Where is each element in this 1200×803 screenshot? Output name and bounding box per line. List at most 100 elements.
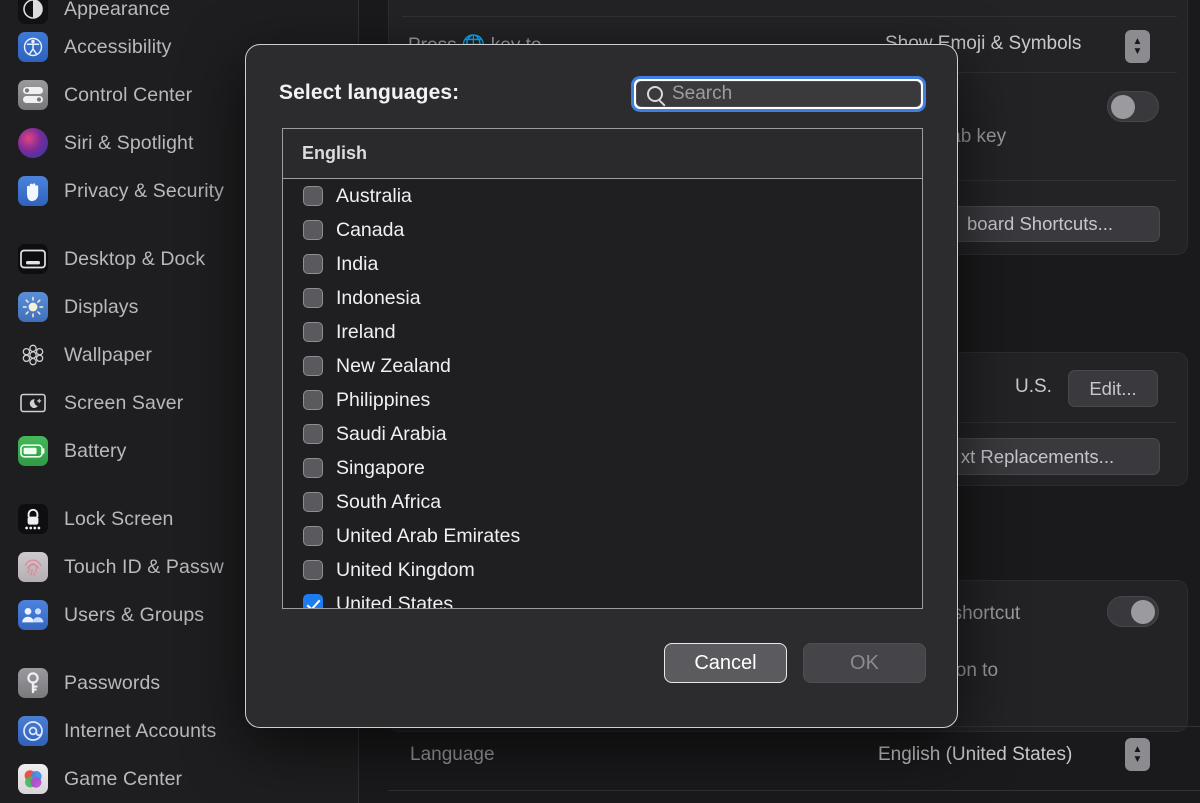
language-list-body[interactable]: Australia Canada India Indonesia Ireland New … (283, 179, 922, 609)
edit-button[interactable]: Edit... (1068, 370, 1158, 407)
language-list-item[interactable]: Indonesia (283, 281, 922, 315)
battery-icon (18, 436, 48, 466)
sidebar-item-label: Lock Screen (64, 508, 174, 531)
chevron-up-icon: ▲ (1133, 746, 1143, 754)
language-stepper[interactable]: ▲ ▼ (1125, 738, 1150, 771)
language-checkbox[interactable] (303, 356, 323, 376)
language-checkbox[interactable] (303, 220, 323, 240)
language-list-item[interactable]: Philippines (283, 383, 922, 417)
language-checkbox[interactable] (303, 424, 323, 444)
internet-accounts-icon (18, 716, 48, 746)
select-languages-dialog: Select languages: English Australia Canad… (245, 44, 958, 728)
language-list-item[interactable]: Singapore (283, 451, 922, 485)
language-list-item[interactable]: Saudi Arabia (283, 417, 922, 451)
control-center-icon (18, 80, 48, 110)
language-name: Canada (336, 219, 404, 242)
language-list-item[interactable]: Ireland (283, 315, 922, 349)
language-checkbox[interactable] (303, 526, 323, 546)
globe-key-stepper[interactable]: ▲ ▼ (1125, 30, 1150, 63)
language-list-item[interactable]: India (283, 247, 922, 281)
sidebar-item-appearance[interactable]: Appearance (18, 0, 348, 26)
appearance-icon (18, 0, 48, 24)
sidebar-item-game-center[interactable]: Game Center (18, 762, 348, 796)
search-input[interactable] (672, 83, 917, 105)
language-name: Philippines (336, 389, 430, 412)
language-group-header: English (283, 129, 922, 179)
language-list-item[interactable]: United Kingdom (283, 553, 922, 587)
chevron-down-icon: ▼ (1133, 48, 1143, 56)
settings-window: Appearance Accessibility Control Center Sir… (0, 0, 1200, 803)
toggle-knob (1111, 95, 1135, 119)
sidebar-item-label: Displays (64, 296, 139, 319)
language-list-item[interactable]: Australia (283, 179, 922, 213)
dialog-title: Select languages: (279, 81, 459, 105)
shortcut-toggle[interactable] (1107, 596, 1159, 627)
sidebar-item-label: Control Center (64, 84, 192, 107)
cancel-button[interactable]: Cancel (664, 643, 787, 683)
displays-icon (18, 292, 48, 322)
passwords-icon (18, 668, 48, 698)
input-source-value: U.S. (1015, 376, 1052, 398)
sidebar-item-label: Battery (64, 440, 126, 463)
language-checkbox[interactable] (303, 594, 323, 609)
divider (388, 790, 1200, 791)
toggle-knob (1131, 600, 1155, 624)
sidebar-item-label: Touch ID & Passw (64, 556, 224, 579)
sidebar-item-label: Appearance (64, 0, 170, 21)
sidebar-item-label: Screen Saver (64, 392, 183, 415)
language-checkbox[interactable] (303, 254, 323, 274)
search-field[interactable] (631, 76, 926, 112)
sidebar-item-label: Privacy & Security (64, 180, 224, 203)
sidebar-item-label: Internet Accounts (64, 720, 216, 743)
language-checkbox[interactable] (303, 492, 323, 512)
language-name: Saudi Arabia (336, 423, 447, 446)
divider (402, 16, 1177, 17)
lock-screen-icon (18, 504, 48, 534)
language-checkbox[interactable] (303, 458, 323, 478)
language-value: English (United States) (878, 744, 1072, 766)
language-list-item[interactable]: New Zealand (283, 349, 922, 383)
screen-saver-icon (18, 388, 48, 418)
language-name: Singapore (336, 457, 425, 480)
game-center-icon (18, 764, 48, 794)
language-name: Indonesia (336, 287, 421, 310)
chevron-down-icon: ▼ (1133, 756, 1143, 764)
language-list-item[interactable]: Canada (283, 213, 922, 247)
sidebar-item-label: Users & Groups (64, 604, 204, 627)
chevron-up-icon: ▲ (1133, 38, 1143, 46)
language-name: India (336, 253, 378, 276)
language-label: Language (410, 744, 495, 766)
sidebar-item-label: Passwords (64, 672, 160, 695)
language-checkbox[interactable] (303, 560, 323, 580)
accessibility-icon (18, 32, 48, 62)
language-checkbox[interactable] (303, 186, 323, 206)
desktop-dock-icon (18, 244, 48, 274)
sidebar-item-label: Siri & Spotlight (64, 132, 194, 155)
language-list-item[interactable]: United Arab Emirates (283, 519, 922, 553)
language-name: Ireland (336, 321, 396, 344)
language-name: New Zealand (336, 355, 451, 378)
language-checkbox[interactable] (303, 322, 323, 342)
language-name: South Africa (336, 491, 441, 514)
sidebar-item-label: Desktop & Dock (64, 248, 205, 271)
language-name: United States (336, 593, 453, 610)
sidebar-item-label: Wallpaper (64, 344, 152, 367)
privacy-icon (18, 176, 48, 206)
ok-button[interactable]: OK (803, 643, 926, 683)
language-name: Australia (336, 185, 412, 208)
language-name: United Arab Emirates (336, 525, 520, 548)
language-checkbox[interactable] (303, 390, 323, 410)
language-list-item[interactable]: United States (283, 587, 922, 609)
language-checkbox[interactable] (303, 288, 323, 308)
search-icon (647, 86, 663, 102)
touch-id-icon (18, 552, 48, 582)
language-group-label: English (302, 143, 367, 164)
language-list[interactable]: English Australia Canada India Indonesia Ire… (282, 128, 923, 609)
sidebar-item-label: Accessibility (64, 36, 172, 59)
language-list-item[interactable]: South Africa (283, 485, 922, 519)
users-groups-icon (18, 600, 48, 630)
sidebar-item-label: Game Center (64, 768, 182, 791)
wallpaper-icon (18, 340, 48, 370)
language-name: United Kingdom (336, 559, 475, 582)
tab-key-toggle[interactable] (1107, 91, 1159, 122)
